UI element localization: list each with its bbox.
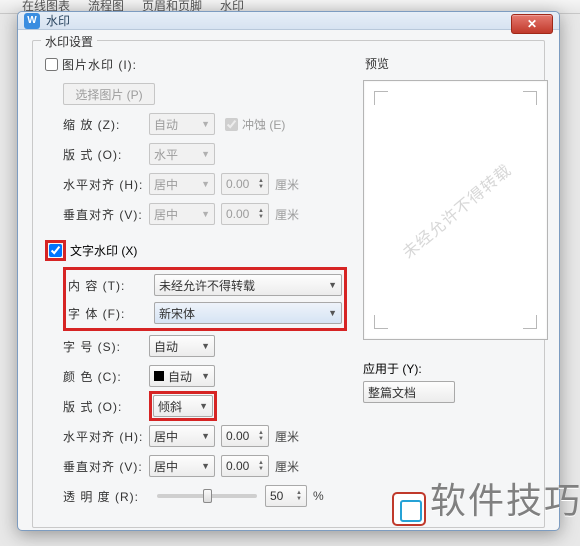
- size-label: 字 号 (S):: [63, 338, 149, 355]
- pic-valign-num: 0.00▲▼: [221, 203, 269, 225]
- text-watermark-checkbox[interactable]: [49, 244, 62, 257]
- font-select[interactable]: 新宋体▼: [154, 302, 342, 324]
- preview-label: 预览: [365, 55, 548, 72]
- txt-valign-unit: 厘米: [275, 458, 299, 475]
- corner-icon: [523, 91, 537, 105]
- settings-groupbox: 水印设置 图片水印 (I): 选择图片 (P) 缩 放 (Z): 自动▼: [32, 40, 545, 528]
- pic-layout-select: 水平▼: [149, 143, 215, 165]
- corner-icon: [374, 91, 388, 105]
- preview-box: 未经允许不得转载: [363, 80, 548, 340]
- opacity-unit: %: [313, 489, 324, 503]
- pic-halign-num: 0.00▲▼: [221, 173, 269, 195]
- color-swatch-icon: [154, 371, 164, 381]
- overlay-app-icon: [392, 492, 426, 526]
- corner-icon: [374, 315, 388, 329]
- txt-valign-num[interactable]: 0.00▲▼: [221, 455, 269, 477]
- slider-thumb-icon[interactable]: [203, 489, 212, 503]
- zoom-label: 缩 放 (Z):: [63, 116, 149, 133]
- size-select[interactable]: 自动▼: [149, 335, 215, 357]
- font-label: 字 体 (F):: [68, 305, 154, 322]
- zoom-select: 自动▼: [149, 113, 215, 135]
- apply-to-label: 应用于 (Y):: [363, 360, 548, 377]
- pic-layout-label: 版 式 (O):: [63, 146, 149, 163]
- content-select[interactable]: 未经允许不得转载▼: [154, 274, 342, 296]
- txt-halign-select[interactable]: 居中▼: [149, 425, 215, 447]
- txt-layout-label: 版 式 (O):: [63, 398, 149, 415]
- dialog-title: 水印: [46, 12, 70, 29]
- titlebar: W 水印 ✕: [18, 12, 559, 30]
- choose-picture-button: 选择图片 (P): [63, 83, 155, 105]
- txt-halign-num[interactable]: 0.00▲▼: [221, 425, 269, 447]
- picture-watermark-label: 图片水印 (I):: [62, 56, 137, 73]
- color-label: 颜 色 (C):: [63, 368, 149, 385]
- pic-halign-unit: 厘米: [275, 176, 299, 193]
- corner-icon: [523, 315, 537, 329]
- pic-valign-select: 居中▼: [149, 203, 215, 225]
- txt-valign-label: 垂直对齐 (V):: [63, 458, 149, 475]
- group-legend: 水印设置: [41, 33, 97, 50]
- content-label: 内 容 (T):: [68, 277, 154, 294]
- picture-watermark-checkbox[interactable]: [45, 58, 58, 71]
- opacity-num[interactable]: 50▲▼: [265, 485, 307, 507]
- washout-label: 冲蚀 (E): [242, 116, 285, 133]
- pic-valign-label: 垂直对齐 (V):: [63, 206, 149, 223]
- txt-layout-select[interactable]: 倾斜▼: [153, 395, 213, 417]
- color-select[interactable]: 自动▼: [149, 365, 215, 387]
- opacity-slider[interactable]: [157, 494, 257, 498]
- txt-halign-unit: 厘米: [275, 428, 299, 445]
- txt-halign-label: 水平对齐 (H):: [63, 428, 149, 445]
- pic-halign-label: 水平对齐 (H):: [63, 176, 149, 193]
- washout-checkbox: [225, 118, 238, 131]
- watermark-dialog: W 水印 ✕ 水印设置 图片水印 (I): 选择图片 (P) 缩 放 (Z):: [17, 11, 560, 531]
- apply-to-select[interactable]: 整篇文档: [363, 381, 455, 403]
- txt-valign-select[interactable]: 居中▼: [149, 455, 215, 477]
- pic-halign-select: 居中▼: [149, 173, 215, 195]
- pic-valign-unit: 厘米: [275, 206, 299, 223]
- opacity-label: 透 明 度 (R):: [63, 488, 149, 505]
- app-logo-icon: W: [24, 13, 40, 29]
- text-watermark-label: 文字水印 (X): [70, 242, 137, 259]
- preview-watermark-text: 未经允许不得转载: [396, 157, 516, 263]
